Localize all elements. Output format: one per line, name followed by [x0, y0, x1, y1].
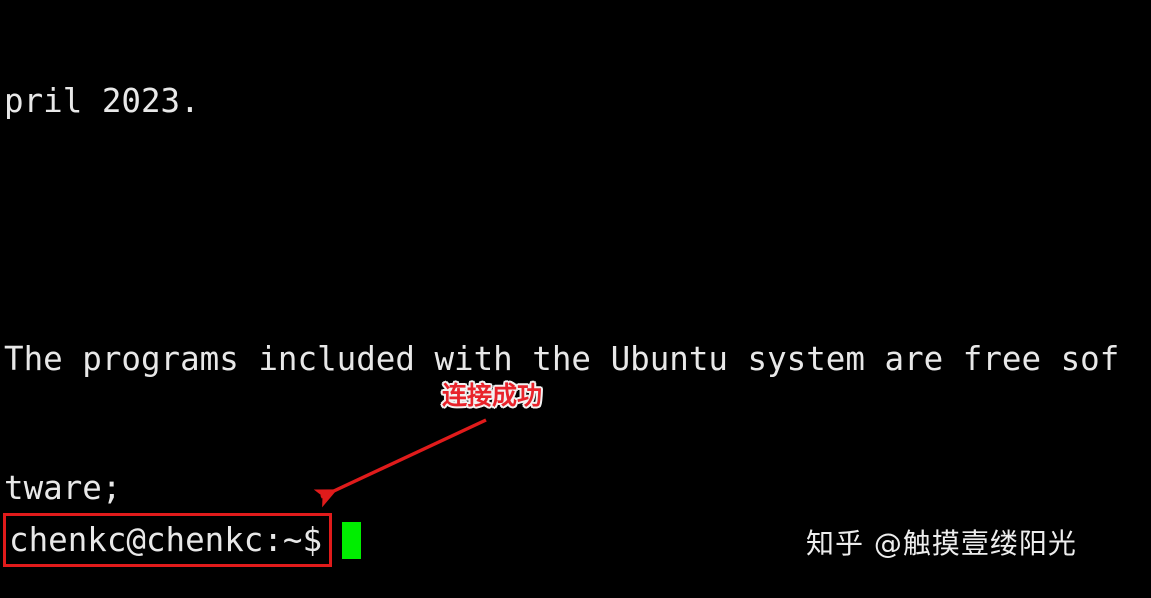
shell-prompt: chenkc@chenkc:~$: [9, 521, 323, 559]
terminal-output: pril 2023. The programs included with th…: [4, 0, 1151, 598]
terminal-screen: pril 2023. The programs included with th…: [0, 0, 1151, 598]
watermark: 知乎 @触摸壹缕阳光: [806, 527, 1077, 560]
terminal-line: pril 2023.: [4, 82, 200, 120]
terminal-line: tware;: [4, 469, 122, 507]
terminal-line: The programs included with the Ubuntu sy…: [4, 340, 1120, 378]
annotation-arrow-icon: [313, 418, 487, 508]
block-cursor-icon: [342, 522, 361, 559]
